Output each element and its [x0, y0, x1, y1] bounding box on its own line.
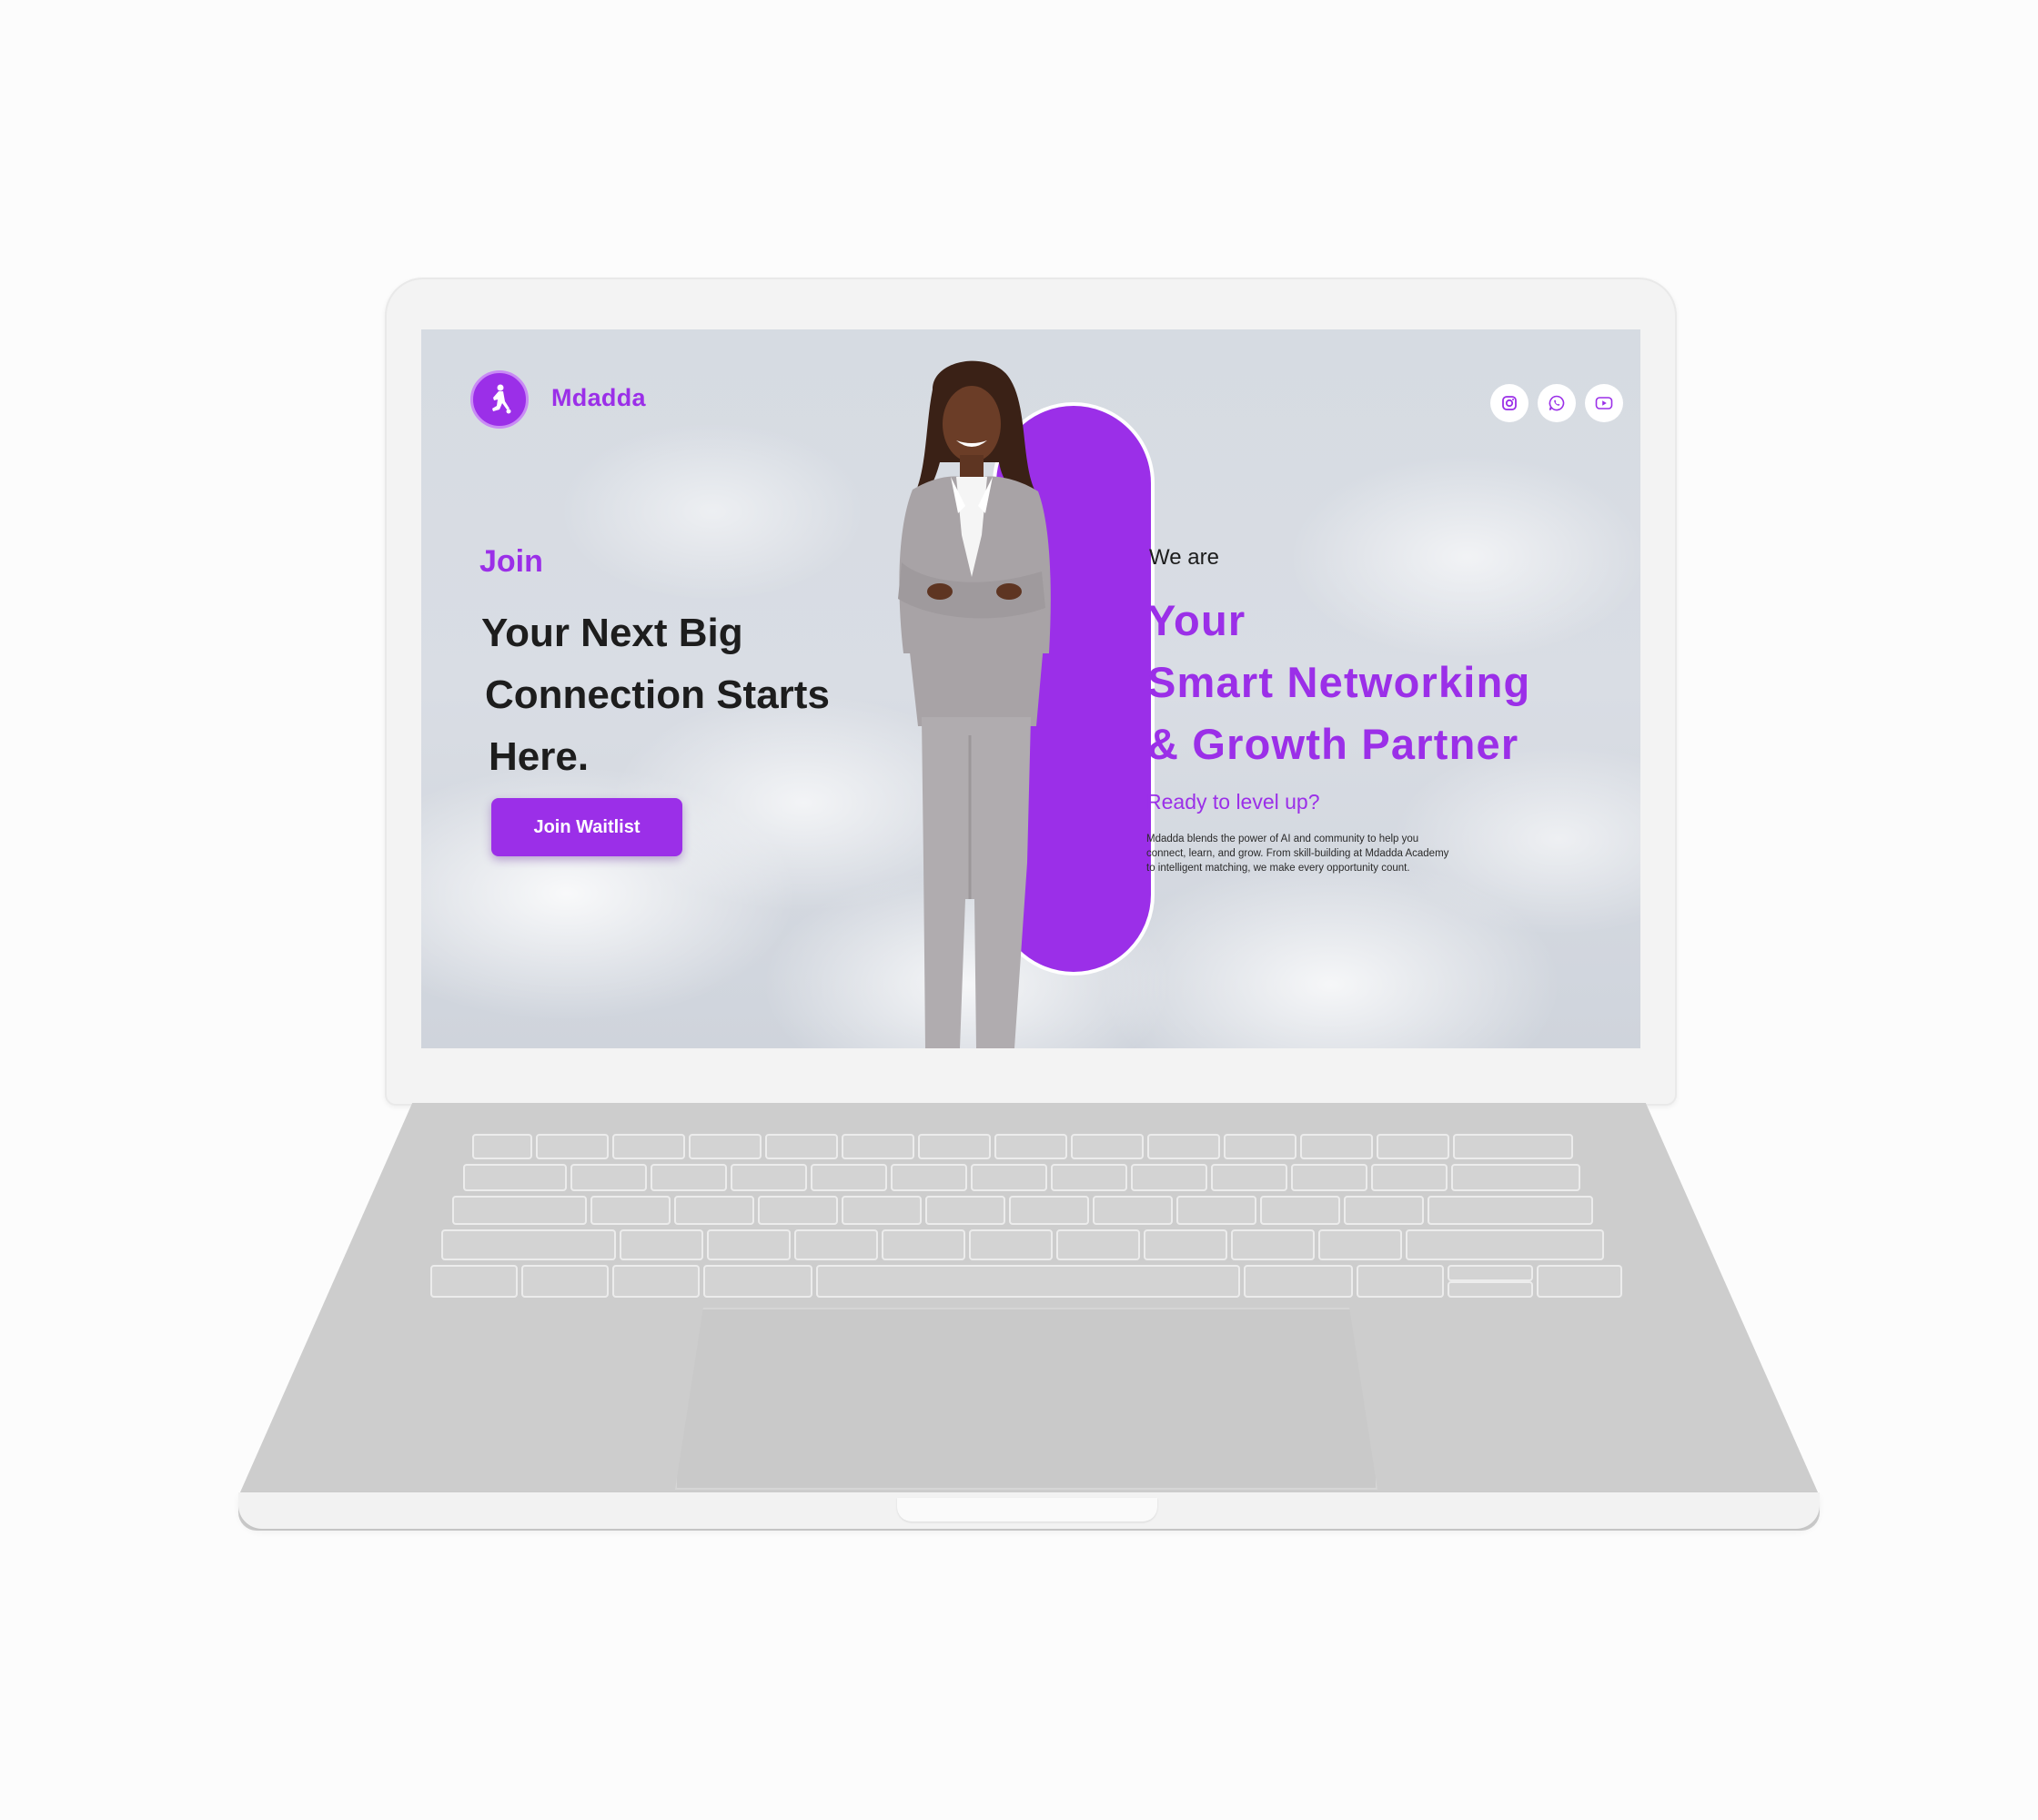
hero-eyebrow: Join — [479, 544, 543, 579]
youtube-button[interactable] — [1585, 384, 1623, 422]
hero-subheading: Ready to level up? — [1146, 790, 1320, 814]
tagline-line: & Growth Partner — [1147, 720, 1519, 768]
hero-headline: Your Next Big Connection Starts Here. — [481, 602, 830, 788]
headline-line: Your Next Big — [481, 611, 743, 655]
instagram-icon — [1502, 396, 1517, 410]
logo-figure-icon — [492, 384, 511, 414]
hero-person-image — [898, 360, 1051, 1048]
tagline-line: Your — [1147, 596, 1246, 644]
laptop-trackpad — [675, 1308, 1377, 1490]
laptop-keyboard — [391, 1124, 1665, 1306]
whatsapp-button[interactable] — [1538, 384, 1576, 422]
laptop-opening-notch — [897, 1498, 1157, 1522]
tagline-line: Smart Networking — [1147, 658, 1531, 706]
instagram-button[interactable] — [1490, 384, 1528, 422]
whatsapp-icon — [1549, 395, 1565, 411]
join-waitlist-button[interactable]: Join Waitlist — [491, 798, 682, 856]
headline-line: Connection Starts — [485, 672, 830, 717]
headline-line: Here. — [489, 734, 590, 779]
youtube-icon — [1595, 397, 1613, 410]
brand-logo[interactable] — [470, 370, 529, 429]
hero-intro: We are — [1149, 545, 1219, 570]
hero-description: Mdadda blends the power of AI and commun… — [1146, 834, 1449, 874]
laptop-screen: Mdadda Join Your Next Big Connection Sta… — [421, 329, 1640, 1048]
hero-tagline: Your Smart Networking & Growth Partner — [1147, 590, 1530, 775]
brand-name[interactable]: Mdadda — [551, 384, 646, 412]
